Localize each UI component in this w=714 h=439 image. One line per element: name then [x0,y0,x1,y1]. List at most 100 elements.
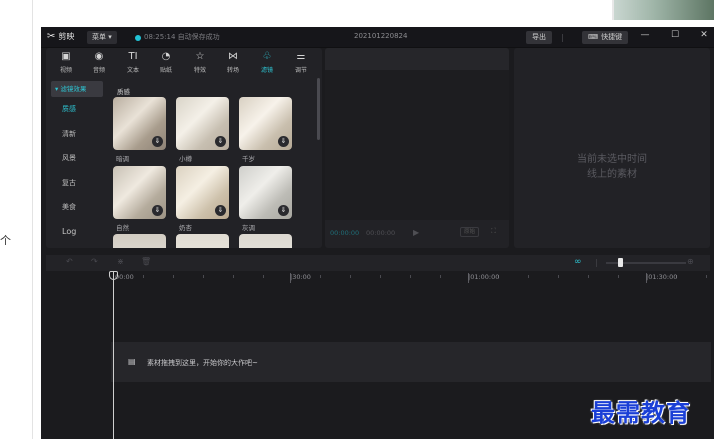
keyboard-icon: ⌨ [588,33,599,41]
category-item[interactable]: 复古 [51,171,103,196]
ruler-tick [173,275,174,278]
ruler-label: |01:30:00 [646,273,678,281]
audio-icon: ◉ [94,51,104,62]
link-icon[interactable]: ∞ [574,257,582,267]
tool-label: 特效 [193,67,206,74]
page: 个 ✂ 剪映 菜单 ▾ 08:25:14 自动保存成功 202101220824… [0,0,714,439]
tool-label: 调节 [294,67,307,74]
media-panel: ▣ 视频 ◉ 音频 TI 文本 ◔ 贴纸 ☆ 特效 ⋈ 转场 ♧ 滤镜 ⚌ 调节… [46,48,322,248]
download-icon[interactable]: ⇓ [215,136,226,147]
details-panel: 当前未选中时间 线上的素材 [514,48,710,248]
filter-thumbnail[interactable]: ⇓ [176,97,229,150]
tool-adjust[interactable]: ⚌ 调节 [286,51,316,74]
filter-section-title: 质感 [117,88,130,96]
tool-effects[interactable]: ☆ 特效 [185,51,215,74]
filter-thumbnail[interactable]: ⇓ [239,97,292,150]
download-icon[interactable]: ⇓ [152,205,163,216]
filter-thumbnail[interactable] [176,234,229,248]
tool-sticker[interactable]: ◔ 贴纸 [151,51,181,74]
download-icon[interactable]: ⇓ [215,205,226,216]
category-item[interactable]: 风景 [51,146,103,171]
tool-filter[interactable]: ♧ 滤镜 [252,51,282,74]
ruler-tick [528,275,529,278]
close-icon[interactable]: ✕ [698,30,710,40]
undo-icon[interactable]: ↶ [66,257,73,266]
zoom-slider-handle[interactable] [618,258,623,267]
delete-icon[interactable]: 🗑 [141,257,151,266]
zoom-in-icon[interactable]: ⊕ [687,257,694,266]
title-bar: ✂ 剪映 菜单 ▾ 08:25:14 自动保存成功 202101220824 导… [41,27,714,48]
fullscreen-icon[interactable]: ⛶ [491,227,496,236]
filter-icon: ♧ [262,51,272,62]
current-time: 00:00:00 [330,229,360,237]
filter-thumbnail[interactable] [239,234,292,248]
ratio-button[interactable]: 原始 [460,227,480,237]
maximize-icon[interactable]: ☐ [669,30,681,40]
player-screen [325,70,509,220]
project-title: 202101220824 [354,32,408,40]
transition-icon: ⋈ [228,51,238,62]
app-name: 剪映 [58,32,75,41]
category-item[interactable]: 质感 [51,97,103,122]
filter-thumbnail[interactable]: ⇓ [239,166,292,219]
split-icon[interactable]: ⋇ [117,257,124,266]
details-empty-message: 当前未选中时间 线上的素材 [514,152,710,182]
tool-label: 音频 [92,67,105,74]
adjust-icon: ⚌ [296,51,306,62]
filter-thumbnail[interactable]: ⇓ [176,166,229,219]
playhead-handle[interactable] [109,271,118,280]
timeline-toolbar: ↶ ↷ ⋇ 🗑 ∞ ⊕ [46,255,710,271]
download-icon[interactable]: ⇓ [278,205,289,216]
corner-photo-thumbnail [612,0,714,20]
timeline-ruler[interactable]: 00:00 |30:00 |01:00:00 |01:30:00 [111,271,711,287]
video-icon: ▣ [61,51,71,62]
ruler-tick [233,275,234,278]
main-track[interactable]: ▤ 素材拖拽到这里，开始你的大作吧~ [111,342,711,382]
filter-category-header[interactable]: ▾ 滤镜效果 [51,81,103,97]
filter-label: 暗调 [116,155,129,163]
download-icon[interactable]: ⇓ [152,136,163,147]
media-toolbar: ▣ 视频 ◉ 音频 TI 文本 ◔ 贴纸 ☆ 特效 ⋈ 转场 ♧ 滤镜 ⚌ 调节 [46,48,322,76]
left-divider [32,0,33,439]
filter-thumbnail[interactable] [113,234,166,248]
filter-label: 灰调 [242,224,255,232]
track-drop-hint: 素材拖拽到这里，开始你的大作吧~ [147,359,258,367]
tool-transition[interactable]: ⋈ 转场 [218,51,248,74]
ruler-tick [410,275,411,278]
category-item[interactable]: 美食 [51,195,103,220]
ruler-tick [588,275,589,278]
scissors-logo-icon: ✂ [47,31,56,42]
tool-video[interactable]: ▣ 视频 [51,51,81,74]
sticker-icon: ◔ [161,51,171,62]
playhead[interactable] [113,271,114,439]
tool-audio[interactable]: ◉ 音频 [84,51,114,74]
filter-scrollbar[interactable] [317,78,320,140]
minimize-icon[interactable]: — [639,30,651,40]
filter-thumbnail[interactable]: ⇓ [113,166,166,219]
player-header [325,48,509,70]
shortcut-button[interactable]: ⌨ 快捷键 [582,31,629,44]
filter-label: 小樽 [179,155,192,163]
tool-text[interactable]: TI 文本 [118,51,148,74]
category-item[interactable]: 清新 [51,122,103,147]
text-icon: TI [128,51,138,62]
app-window: ✂ 剪映 菜单 ▾ 08:25:14 自动保存成功 202101220824 导… [41,27,714,439]
total-time: 00:00:00 [366,229,396,237]
filter-thumbnail[interactable]: ⇓ [113,97,166,150]
category-item[interactable]: Log [51,220,103,245]
ruler-tick [143,275,144,278]
menu-button[interactable]: 菜单 ▾ [87,31,117,44]
export-button[interactable]: 导出 [526,31,552,44]
play-icon[interactable]: ▶ [413,228,419,237]
redo-icon[interactable]: ↷ [91,257,98,266]
ruler-label: |01:00:00 [468,273,500,281]
save-status-icon [135,35,141,41]
download-icon[interactable]: ⇓ [278,136,289,147]
timeline-toolbar-divider [596,259,597,267]
watermark-text: 最需教育 [591,398,691,427]
filter-grid: 质感 ⇓ 暗调 ⇓ 小樽 ⇓ 千岁 ⇓ 自然 ⇓ 奶杏 ⇓ 灰调 [110,81,315,248]
tool-label: 滤镜 [260,67,273,74]
tool-label: 视频 [59,67,72,74]
ruler-tick [263,275,264,278]
film-icon: ▤ [128,357,136,366]
